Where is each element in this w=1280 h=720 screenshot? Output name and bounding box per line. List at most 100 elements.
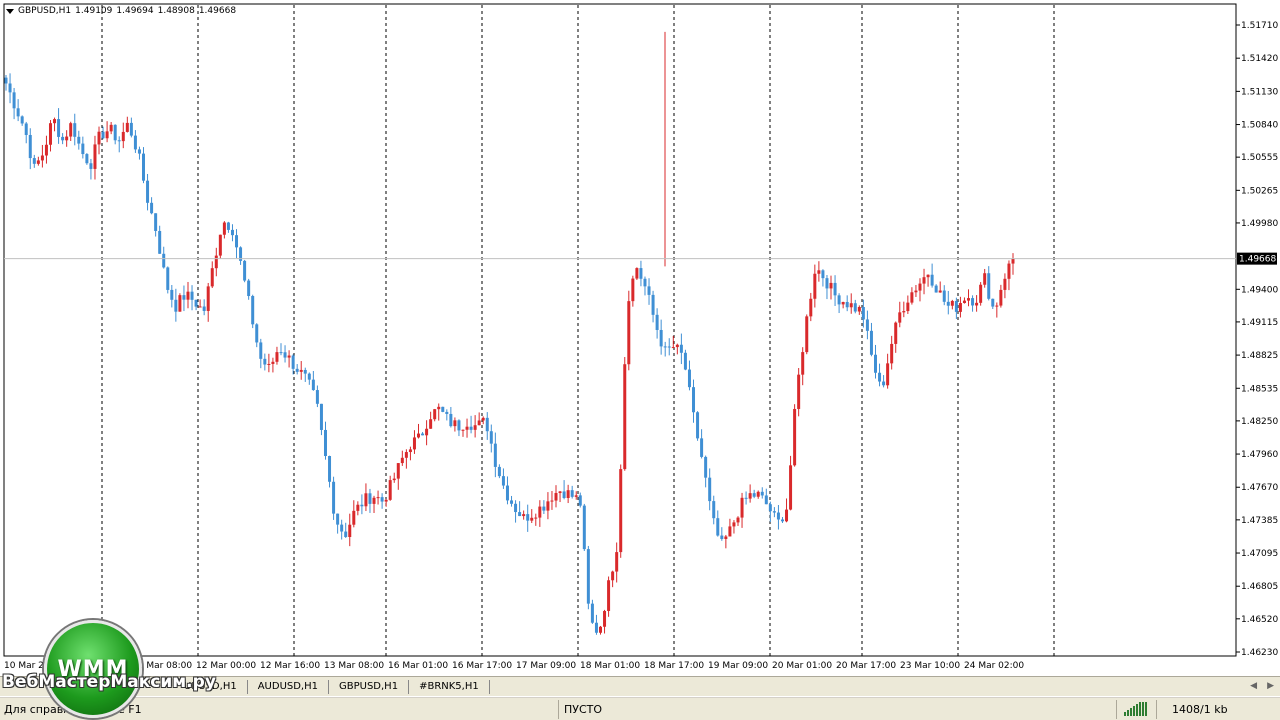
candle-body xyxy=(643,278,647,287)
candle-body xyxy=(623,364,627,470)
candle-body xyxy=(65,136,69,141)
candle-body xyxy=(801,352,805,375)
candle-body xyxy=(627,301,631,365)
candle-body xyxy=(429,419,433,429)
candle-body xyxy=(441,406,445,412)
candle-body xyxy=(918,283,922,291)
status-profile: ПУСТО xyxy=(564,703,603,716)
candle-body xyxy=(57,119,61,137)
candle-body xyxy=(303,369,307,374)
candle-body xyxy=(789,465,793,510)
candle-body xyxy=(692,387,696,413)
candle-body xyxy=(453,420,457,427)
candle-body xyxy=(1003,278,1007,290)
candle-body xyxy=(154,213,158,231)
tab-gbpusd[interactable]: GBPUSD,H1 xyxy=(329,679,410,694)
candle-body xyxy=(226,222,230,230)
candle-body xyxy=(20,116,24,124)
candle-body xyxy=(243,260,247,281)
candle-body xyxy=(631,278,635,302)
price-chart[interactable]: 10 Mar 2015 11 Mar 08:00 12 Mar 00:00 12 Ma… xyxy=(0,0,1280,676)
tab-scroll-left-icon[interactable]: ◀ xyxy=(1250,680,1257,691)
candle-body xyxy=(44,144,48,156)
candle-body xyxy=(967,298,971,301)
candle-body xyxy=(954,300,958,312)
candle-body xyxy=(760,491,764,496)
candle-body xyxy=(675,344,679,348)
candle-body xyxy=(522,514,526,517)
candle-body xyxy=(283,352,287,358)
candle-body xyxy=(214,255,218,269)
legend-open: 1.49109 xyxy=(75,6,113,16)
candle-body xyxy=(178,295,182,312)
candle-body xyxy=(332,481,336,514)
status-divider xyxy=(1116,700,1117,719)
candle-body xyxy=(890,343,894,364)
candle-body xyxy=(162,253,166,268)
candle-body xyxy=(129,122,133,136)
candle-body xyxy=(720,535,724,539)
candle-body xyxy=(364,493,368,507)
x-tick-label: 17 Mar 09:00 xyxy=(516,661,576,671)
candle-body xyxy=(125,122,129,132)
y-tick-label: 1.47385 xyxy=(1241,516,1278,526)
y-tick-label: 1.47095 xyxy=(1241,549,1278,559)
candle-body xyxy=(647,286,651,295)
candle-body xyxy=(291,355,295,369)
candle-body xyxy=(930,274,934,286)
candle-body xyxy=(683,352,687,370)
candle-body xyxy=(772,511,776,513)
candle-body xyxy=(922,277,926,284)
tab-brnk5[interactable]: #BRNK5,H1 xyxy=(409,679,490,694)
x-tick-label: 23 Mar 10:00 xyxy=(900,661,960,671)
candle-body xyxy=(113,124,117,141)
candle-body xyxy=(635,268,639,279)
candle-body xyxy=(999,289,1003,306)
candle-body xyxy=(457,420,461,431)
y-tick-label: 1.48250 xyxy=(1241,417,1278,427)
candle-body xyxy=(352,510,356,525)
candle-body xyxy=(142,153,146,181)
candle-body xyxy=(991,298,995,307)
candle-body xyxy=(910,292,914,303)
chart-legend: GBPUSD,H1 1.49109 1.49694 1.48908 1.4966… xyxy=(6,6,236,16)
candle-body xyxy=(299,369,303,372)
candle-body xyxy=(465,426,469,430)
status-traffic: 1408/1 kb xyxy=(1172,703,1228,716)
candle-body xyxy=(768,504,772,512)
candle-body xyxy=(712,501,716,519)
candle-body xyxy=(857,307,861,312)
y-tick-label: 1.47670 xyxy=(1241,483,1278,493)
candle-body xyxy=(797,374,801,409)
candle-body xyxy=(222,222,226,235)
candle-body xyxy=(582,505,586,550)
candle-body xyxy=(101,131,105,139)
candle-body xyxy=(279,352,283,354)
candle-body xyxy=(376,497,380,499)
candle-body xyxy=(639,268,643,279)
candle-body xyxy=(340,524,344,532)
candle-body xyxy=(898,312,902,323)
candle-body xyxy=(396,463,400,479)
candle-body xyxy=(817,270,821,274)
candle-body xyxy=(853,303,857,312)
candle-body xyxy=(433,409,437,420)
candle-body xyxy=(671,347,675,349)
candle-body xyxy=(360,504,364,507)
x-tick-label: 18 Mar 17:00 xyxy=(644,661,704,671)
candle-body xyxy=(449,413,453,427)
candle-body xyxy=(934,285,938,293)
candle-body xyxy=(73,123,77,137)
candle-body xyxy=(489,431,493,444)
tab-scroll: ◀ ▶ xyxy=(1250,680,1274,691)
candle-body xyxy=(914,290,918,293)
tab-scroll-right-icon[interactable]: ▶ xyxy=(1267,680,1274,691)
candle-body xyxy=(732,522,736,527)
chart-area[interactable]: 10 Mar 2015 11 Mar 08:00 12 Mar 00:00 12 Ma… xyxy=(0,0,1280,676)
legend-dropdown-icon[interactable] xyxy=(6,8,14,14)
tab-audusd[interactable]: AUDUSD,H1 xyxy=(248,679,329,694)
candle-body xyxy=(776,512,780,520)
x-tick-label: 24 Mar 02:00 xyxy=(964,661,1024,671)
y-tick-label: 1.51130 xyxy=(1241,87,1278,97)
y-tick-label: 1.50265 xyxy=(1241,186,1278,196)
